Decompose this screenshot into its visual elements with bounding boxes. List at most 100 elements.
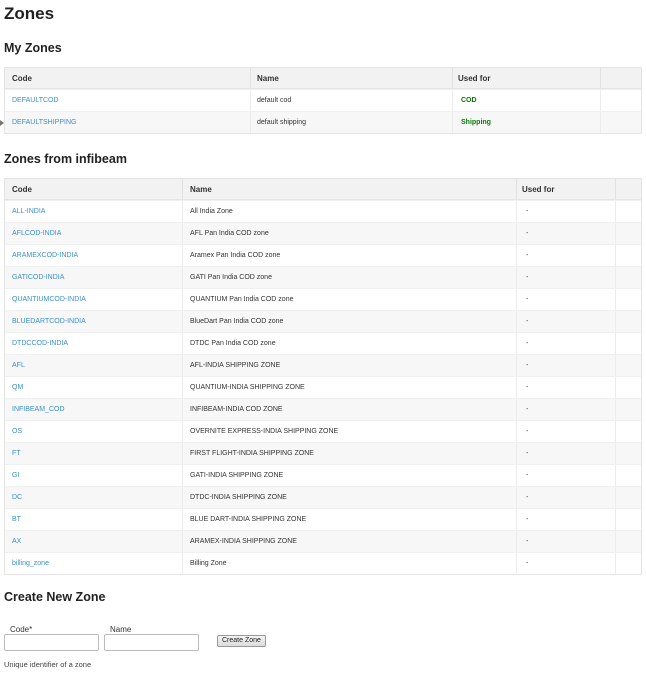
- used-for-cell: -: [517, 311, 616, 332]
- zone-name: All India Zone: [190, 208, 233, 215]
- zone-code-link[interactable]: DC: [12, 494, 22, 501]
- name-cell: Billing Zone: [183, 553, 517, 574]
- table-header-row: Code Name Used for: [5, 68, 641, 89]
- table-row: QUANTIUMCOD-INDIA QUANTIUM Pan India COD …: [5, 288, 641, 310]
- used-for-cell: -: [517, 465, 616, 486]
- zone-code-link[interactable]: AFLCOD-INDIA: [12, 230, 61, 237]
- code-cell: AFLCOD-INDIA: [5, 223, 183, 244]
- zone-name: DTDC Pan India COD zone: [190, 340, 276, 347]
- create-zone-button[interactable]: Create Zone: [217, 635, 266, 647]
- zone-name: FIRST FLIGHT-INDIA SHIPPING ZONE: [190, 450, 314, 457]
- code-cell: GI: [5, 465, 183, 486]
- zone-code-link[interactable]: DEFAULTSHIPPING: [12, 119, 76, 126]
- zone-code-link[interactable]: QM: [12, 384, 23, 391]
- header-name: Name: [251, 68, 453, 88]
- zone-code-link[interactable]: ALL-INDIA: [12, 208, 45, 215]
- actions-cell: [616, 531, 641, 552]
- used-for-cell: -: [517, 399, 616, 420]
- used-for-cell: COD: [453, 90, 601, 111]
- my-zones-table: Code Name Used for DEFAULTCOD default cod…: [0, 67, 642, 134]
- zone-code-link[interactable]: GATICOD-INDIA: [12, 274, 64, 281]
- zone-code-link[interactable]: GI: [12, 472, 19, 479]
- code-label: Code*: [10, 625, 33, 634]
- actions-cell: [601, 90, 641, 111]
- zone-code-link[interactable]: QUANTIUMCOD-INDIA: [12, 296, 86, 303]
- zone-used-for: -: [526, 406, 529, 413]
- zone-name: GATI Pan India COD zone: [190, 274, 272, 281]
- zone-used-for: -: [526, 538, 529, 545]
- zone-code-link[interactable]: DEFAULTCOD: [12, 97, 59, 104]
- zone-used-for: -: [526, 472, 529, 479]
- zone-name: AFL-INDIA SHIPPING ZONE: [190, 362, 281, 369]
- actions-cell: [616, 355, 641, 376]
- name-cell: GATI Pan India COD zone: [183, 267, 517, 288]
- infibeam-zones-title: Zones from infibeam: [4, 152, 127, 166]
- zone-name: OVERNITE EXPRESS-INDIA SHIPPING ZONE: [190, 428, 339, 435]
- header-code: Code: [5, 68, 251, 88]
- zone-code-link[interactable]: FT: [12, 450, 21, 457]
- zone-name: GATI-INDIA SHIPPING ZONE: [190, 472, 284, 479]
- zone-used-for: -: [526, 450, 529, 457]
- code-cell: INFIBEAM_COD: [5, 399, 183, 420]
- zone-code-link[interactable]: ARAMEXCOD-INDIA: [12, 252, 78, 259]
- zone-code-link[interactable]: INFIBEAM_COD: [12, 406, 65, 413]
- zone-used-for: -: [526, 252, 529, 259]
- header-code: Code: [5, 179, 183, 199]
- used-for-cell: -: [517, 531, 616, 552]
- name-cell: BLUE DART-INDIA SHIPPING ZONE: [183, 509, 517, 530]
- used-for-cell: -: [517, 333, 616, 354]
- zone-used-for: Shipping: [461, 119, 491, 126]
- name-cell: DTDC Pan India COD zone: [183, 333, 517, 354]
- name-cell: default cod: [251, 90, 453, 111]
- code-cell: AX: [5, 531, 183, 552]
- zone-code-link[interactable]: OS: [12, 428, 22, 435]
- code-cell: BLUEDARTCOD-INDIA: [5, 311, 183, 332]
- table-row: OS OVERNITE EXPRESS-INDIA SHIPPING ZONE -: [5, 420, 641, 442]
- code-cell: FT: [5, 443, 183, 464]
- name-cell: FIRST FLIGHT-INDIA SHIPPING ZONE: [183, 443, 517, 464]
- zone-code-link[interactable]: DTDCCOD-INDIA: [12, 340, 68, 347]
- actions-cell: [616, 223, 641, 244]
- zone-name: default shipping: [257, 119, 307, 126]
- table-row: QM QUANTIUM-INDIA SHIPPING ZONE -: [5, 376, 641, 398]
- actions-cell: [616, 245, 641, 266]
- used-for-cell: -: [517, 509, 616, 530]
- code-cell: DEFAULTCOD: [5, 90, 251, 111]
- name-input[interactable]: [104, 634, 199, 651]
- table-row: INFIBEAM_COD INFIBEAM-INDIA COD ZONE -: [5, 398, 641, 420]
- name-cell: INFIBEAM-INDIA COD ZONE: [183, 399, 517, 420]
- table-header-row: Code Name Used for: [5, 179, 641, 200]
- name-cell: DTDC-INDIA SHIPPING ZONE: [183, 487, 517, 508]
- zone-used-for: -: [526, 318, 529, 325]
- zone-code-link[interactable]: AX: [12, 538, 21, 545]
- used-for-cell: -: [517, 289, 616, 310]
- table-row: AFL AFL-INDIA SHIPPING ZONE -: [5, 354, 641, 376]
- zone-name: Billing Zone: [190, 560, 227, 567]
- actions-cell: [616, 443, 641, 464]
- used-for-cell: -: [517, 377, 616, 398]
- code-cell: ALL-INDIA: [5, 201, 183, 222]
- row-expand-arrow-icon[interactable]: [0, 120, 4, 126]
- used-for-cell: -: [517, 421, 616, 442]
- name-cell: OVERNITE EXPRESS-INDIA SHIPPING ZONE: [183, 421, 517, 442]
- actions-cell: [616, 377, 641, 398]
- zone-code-link[interactable]: billing_zone: [12, 560, 49, 567]
- page-title: Zones: [4, 4, 55, 23]
- code-input[interactable]: [4, 634, 99, 651]
- name-cell: AFL-INDIA SHIPPING ZONE: [183, 355, 517, 376]
- code-cell: DTDCCOD-INDIA: [5, 333, 183, 354]
- actions-cell: [616, 399, 641, 420]
- actions-cell: [616, 311, 641, 332]
- header-used-for: Used for: [517, 179, 616, 199]
- zone-used-for: COD: [461, 97, 477, 104]
- zone-used-for: -: [526, 384, 529, 391]
- zone-code-link[interactable]: BT: [12, 516, 21, 523]
- code-cell: DEFAULTSHIPPING: [5, 112, 251, 133]
- zone-name: BLUE DART-INDIA SHIPPING ZONE: [190, 516, 307, 523]
- name-cell: AFL Pan India COD zone: [183, 223, 517, 244]
- zone-name: BlueDart Pan India COD zone: [190, 318, 284, 325]
- name-cell: QUANTIUM-INDIA SHIPPING ZONE: [183, 377, 517, 398]
- used-for-cell: Shipping: [453, 112, 601, 133]
- zone-code-link[interactable]: BLUEDARTCOD-INDIA: [12, 318, 86, 325]
- zone-code-link[interactable]: AFL: [12, 362, 25, 369]
